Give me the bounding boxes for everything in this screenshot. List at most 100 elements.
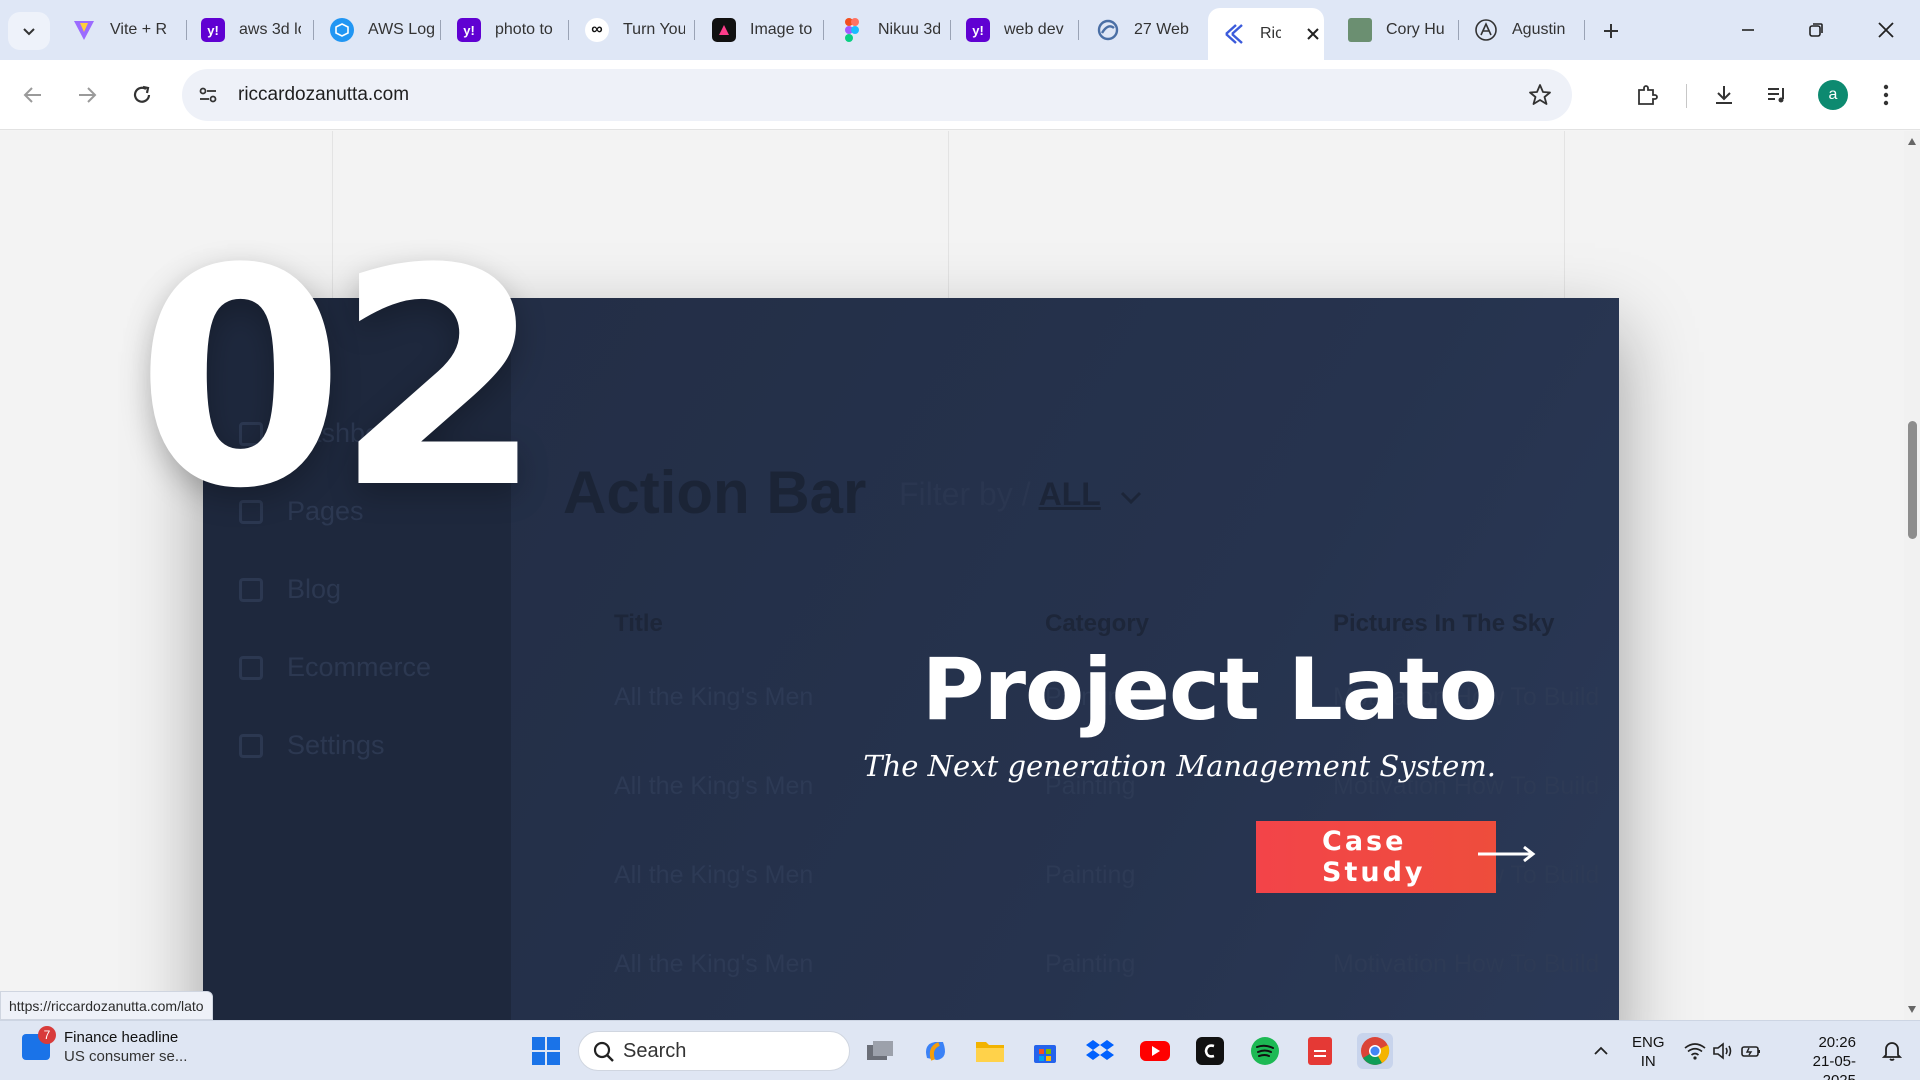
search-label: Search: [623, 1039, 687, 1062]
downloads-button[interactable]: [1707, 78, 1741, 112]
tab-separator: [1078, 20, 1079, 40]
task-view-button[interactable]: [862, 1033, 898, 1069]
mock-filter-label: Filter by /: [899, 476, 1031, 512]
clock-time: 20:26: [1818, 1034, 1856, 1051]
chevron-down-icon: [1120, 491, 1141, 505]
profile-avatar[interactable]: a: [1818, 80, 1848, 110]
riccardo-logo-icon: [1222, 22, 1246, 46]
tab-vite[interactable]: Vite + R: [72, 10, 172, 50]
cart-icon: [239, 655, 263, 680]
close-window-button[interactable]: [1864, 12, 1908, 48]
tab-separator: [694, 20, 695, 40]
project-number: 02: [136, 205, 543, 554]
spotify-app[interactable]: [1247, 1033, 1283, 1069]
bookmark-star-icon[interactable]: [1528, 83, 1552, 112]
tab-separator: [440, 20, 441, 40]
music-queue-icon: [1768, 88, 1784, 103]
menu-button[interactable]: [1869, 78, 1903, 112]
chrome-app-active[interactable]: [1357, 1033, 1393, 1069]
chrome-icon: [1361, 1037, 1390, 1065]
tab-web-dev[interactable]: y! web dev: [966, 10, 1066, 50]
site-settings-icon[interactable]: [196, 83, 220, 112]
address-bar[interactable]: riccardozanutta.com: [182, 69, 1572, 121]
youtube-app[interactable]: [1137, 1033, 1173, 1069]
dropbox-app[interactable]: [1082, 1033, 1118, 1069]
tab-title: Agustin: [1512, 21, 1566, 38]
tab-nikuu[interactable]: Nikuu 3d: [840, 10, 940, 50]
tab-separator: [568, 20, 569, 40]
wifi-icon: [1684, 1043, 1706, 1060]
minimize-button[interactable]: [1726, 12, 1770, 48]
news-widget[interactable]: 7 Finance headline US consumer se...: [22, 1026, 187, 1065]
tab-riccardo-active[interactable]: Ric: [1208, 8, 1324, 60]
tab-title: 27 Web: [1134, 21, 1189, 38]
mock-sidebar-label: Blog: [287, 574, 342, 604]
start-button[interactable]: [528, 1033, 564, 1069]
tab-separator: [823, 20, 824, 40]
reload-button[interactable]: [125, 78, 159, 112]
dropbox-icon: [1086, 1040, 1114, 1060]
taskbar-search[interactable]: Search: [578, 1031, 850, 1071]
mock-cell: Painting: [1045, 861, 1136, 889]
case-study-button[interactable]: Case Study: [1256, 821, 1496, 893]
show-hidden-icons-button[interactable]: [1583, 1033, 1619, 1069]
address-text[interactable]: riccardozanutta.com: [238, 84, 409, 106]
tab-title: Nikuu 3d: [878, 21, 940, 38]
folder-icon: [976, 1042, 1004, 1062]
ms-store-app[interactable]: [1027, 1033, 1063, 1069]
media-control-button[interactable]: [1760, 78, 1794, 112]
notifications-button[interactable]: [1874, 1033, 1910, 1069]
yahoo-icon: y!: [966, 18, 990, 42]
tab-title: Ric: [1260, 25, 1281, 42]
news-title: Finance headline: [64, 1029, 179, 1046]
task-view-icon: [867, 1041, 893, 1060]
file-explorer-app[interactable]: [972, 1033, 1008, 1069]
project-title: Project Lato: [921, 640, 1498, 740]
mock-sidebar-label: Ecommerce: [287, 652, 432, 682]
close-tab-button[interactable]: [1303, 22, 1324, 46]
tab-photo[interactable]: y! photo to: [457, 10, 557, 50]
pdf-app[interactable]: [1302, 1033, 1338, 1069]
back-button[interactable]: [16, 78, 50, 112]
tab-image-to[interactable]: Image to: [712, 10, 812, 50]
gear-icon: [239, 733, 263, 758]
tab-title: Turn You: [623, 21, 685, 38]
tab-aws-3d[interactable]: y! aws 3d lo: [201, 10, 301, 50]
mock-cell: All the King's Men: [614, 861, 814, 889]
mock-cell: Painting: [1045, 950, 1136, 978]
clock[interactable]: 20:26 21-05-2025: [1786, 1033, 1856, 1080]
tab-search-button[interactable]: [8, 12, 50, 50]
capcut-app[interactable]: [1192, 1033, 1228, 1069]
restore-button[interactable]: [1794, 12, 1838, 48]
infinity-icon: ∞: [585, 18, 609, 42]
kebab-menu-icon: [1883, 84, 1889, 106]
tab-title: Image to: [750, 21, 812, 38]
store-icon: [1034, 1045, 1056, 1063]
copilot-app[interactable]: [918, 1033, 954, 1069]
minimize-icon: [1742, 29, 1754, 31]
capcut-icon: [1196, 1037, 1224, 1065]
download-icon: [1716, 86, 1732, 104]
scroll-thumb[interactable]: [1908, 421, 1917, 539]
extensions-button[interactable]: [1630, 78, 1664, 112]
tab-turn-your[interactable]: ∞ Turn You: [585, 10, 685, 50]
tab-aws-login[interactable]: AWS Log: [330, 10, 435, 50]
tab-separator: [313, 20, 314, 40]
toolbar-divider: [1686, 84, 1687, 108]
tab-title: Cory Hu: [1386, 21, 1445, 38]
mock-title: Action Bar: [563, 459, 867, 526]
language-indicator[interactable]: ENG IN: [1632, 1033, 1665, 1071]
forward-button[interactable]: [70, 78, 104, 112]
grid-line: [948, 131, 949, 301]
browser-toolbar: riccardozanutta.com a: [0, 60, 1920, 130]
page-scrollbar[interactable]: [1904, 131, 1920, 1020]
scroll-down-arrow-icon[interactable]: [1907, 1004, 1917, 1014]
mock-column-header: Category: [1045, 610, 1150, 637]
tab-27-web[interactable]: 27 Web: [1096, 10, 1196, 50]
new-tab-button[interactable]: [1596, 16, 1626, 46]
tab-cory[interactable]: Cory Hu: [1348, 10, 1448, 50]
system-tray-status[interactable]: [1678, 1033, 1768, 1069]
scroll-up-arrow-icon[interactable]: [1907, 137, 1917, 147]
tab-agustin[interactable]: Agustin: [1474, 10, 1574, 50]
tab-title: Vite + R: [110, 21, 168, 38]
